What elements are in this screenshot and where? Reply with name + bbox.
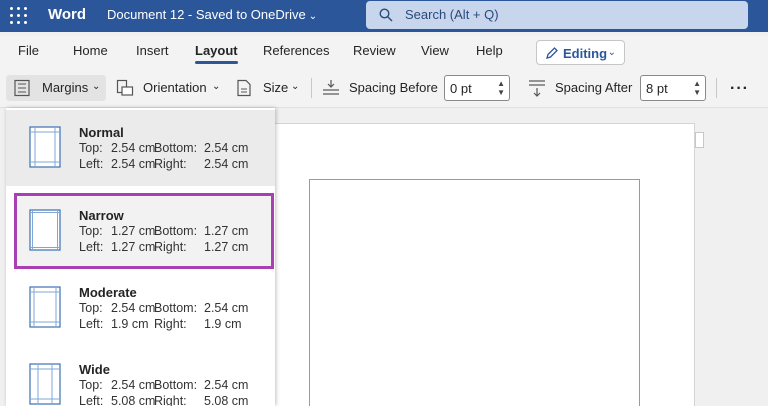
title-bar: Word Document 12 - Saved to OneDrive ⌄ Se… — [0, 0, 768, 32]
app-name[interactable]: Word — [48, 6, 86, 23]
margin-top-bottom: Top: 2.54 cmBottom: 2.54 cm — [79, 301, 249, 315]
tab-home[interactable]: Home — [73, 43, 108, 58]
pencil-icon — [546, 47, 558, 59]
spacing-before-icon — [323, 80, 339, 95]
margins-dropdown: Normal Top: 2.54 cmBottom: 2.54 cm Left: 2.… — [6, 108, 275, 406]
chevron-down-icon: ⌄ — [308, 11, 318, 22]
page-size-icon — [237, 79, 251, 97]
document-canvas — [275, 109, 768, 406]
search-icon — [379, 8, 393, 22]
document-page[interactable] — [275, 123, 695, 406]
margin-left-right: Left: 1.9 cm Right: 1.9 cm — [79, 317, 242, 331]
spacing-after-icon — [529, 80, 545, 97]
chevron-down-icon: ⌄ — [212, 81, 221, 92]
spacing-after-value: 8 pt — [646, 81, 668, 96]
spacing-before-control: Spacing Before — [322, 75, 440, 101]
spacing-after-control: Spacing After — [528, 75, 638, 101]
tab-references[interactable]: References — [263, 43, 329, 58]
orientation-label: Orientation — [143, 80, 207, 95]
spinner-icon[interactable]: ▲ ▼ — [693, 79, 701, 97]
spacing-before-value: 0 pt — [450, 81, 472, 96]
margin-top-bottom: Top: 2.54 cmBottom: 2.54 cm — [79, 141, 249, 155]
margin-option-moderate[interactable]: Moderate Top: 2.54 cmBottom: 2.54 cm Left:… — [6, 270, 275, 346]
spacing-before-label: Spacing Before — [349, 80, 438, 95]
margin-top-bottom: Top: 2.54 cmBottom: 2.54 cm — [79, 378, 249, 392]
wide-margins-icon — [29, 363, 61, 405]
ribbon-divider — [311, 78, 312, 98]
app-launcher-icon[interactable] — [10, 7, 28, 25]
size-button[interactable]: Size ⌄ — [236, 75, 304, 101]
orientation-button[interactable]: Orientation ⌄ — [114, 75, 226, 101]
margins-label: Margins — [42, 80, 89, 95]
tab-file[interactable]: File — [18, 43, 39, 58]
margin-option-narrow[interactable]: Narrow Top: 1.27 cmBottom: 1.27 cm Left: 1.… — [14, 193, 274, 269]
search-box[interactable]: Search (Alt + Q) — [366, 1, 748, 29]
margin-option-name: Moderate — [79, 285, 137, 300]
chevron-down-icon: ⌄ — [607, 47, 616, 58]
tab-help[interactable]: Help — [476, 43, 503, 58]
margin-option-name: Normal — [79, 125, 124, 140]
margin-option-normal[interactable]: Normal Top: 2.54 cmBottom: 2.54 cm Left: 2.… — [6, 110, 275, 186]
margin-option-name: Narrow — [79, 208, 124, 223]
margin-left-right: Left: 1.27 cmRight: 1.27 cm — [79, 240, 249, 254]
search-placeholder: Search (Alt + Q) — [405, 7, 499, 22]
page-marker — [695, 132, 704, 148]
document-title-label: Document 12 - Saved to OneDrive — [107, 7, 306, 22]
spacing-after-label: Spacing After — [555, 80, 633, 95]
margin-left-right: Left: 5.08 cmRight: 5.08 cm — [79, 394, 249, 406]
editing-mode-label: Editing — [563, 46, 608, 61]
tab-review[interactable]: Review — [353, 43, 396, 58]
margins-icon — [14, 79, 30, 97]
more-options-icon[interactable]: ··· — [730, 80, 749, 98]
ribbon-tabs: File Home Insert Layout References Revie… — [0, 36, 768, 68]
normal-margins-icon — [29, 126, 61, 168]
margin-option-wide[interactable]: Wide Top: 2.54 cmBottom: 2.54 cm Left: 5.08… — [6, 347, 275, 406]
spacing-before-input[interactable]: 0 pt ▲ ▼ — [444, 75, 510, 101]
chevron-down-icon: ⌄ — [92, 81, 101, 92]
margin-top-bottom: Top: 1.27 cmBottom: 1.27 cm — [79, 224, 249, 238]
spinner-icon[interactable]: ▲ ▼ — [497, 79, 505, 97]
document-title[interactable]: Document 12 - Saved to OneDrive ⌄ — [107, 7, 317, 22]
margins-button[interactable]: Margins ⌄ — [6, 75, 106, 101]
size-label: Size — [263, 80, 289, 95]
orientation-icon — [116, 79, 134, 96]
spacing-after-input[interactable]: 8 pt ▲ ▼ — [640, 75, 706, 101]
moderate-margins-icon — [29, 286, 61, 328]
tab-view[interactable]: View — [421, 43, 449, 58]
margin-left-right: Left: 2.54 cmRight: 2.54 cm — [79, 157, 249, 171]
chevron-down-icon: ⌄ — [291, 81, 300, 92]
tab-layout[interactable]: Layout — [195, 43, 238, 64]
layout-ribbon: Margins ⌄ Orientation ⌄ Size ⌄ Spacing B… — [0, 68, 768, 108]
page-text-area[interactable] — [309, 179, 640, 406]
ribbon-divider — [716, 78, 717, 98]
editing-mode-button[interactable]: Editing ⌄ — [536, 40, 625, 65]
tab-insert[interactable]: Insert — [136, 43, 169, 58]
narrow-margins-icon — [29, 209, 61, 251]
margin-option-name: Wide — [79, 362, 110, 377]
